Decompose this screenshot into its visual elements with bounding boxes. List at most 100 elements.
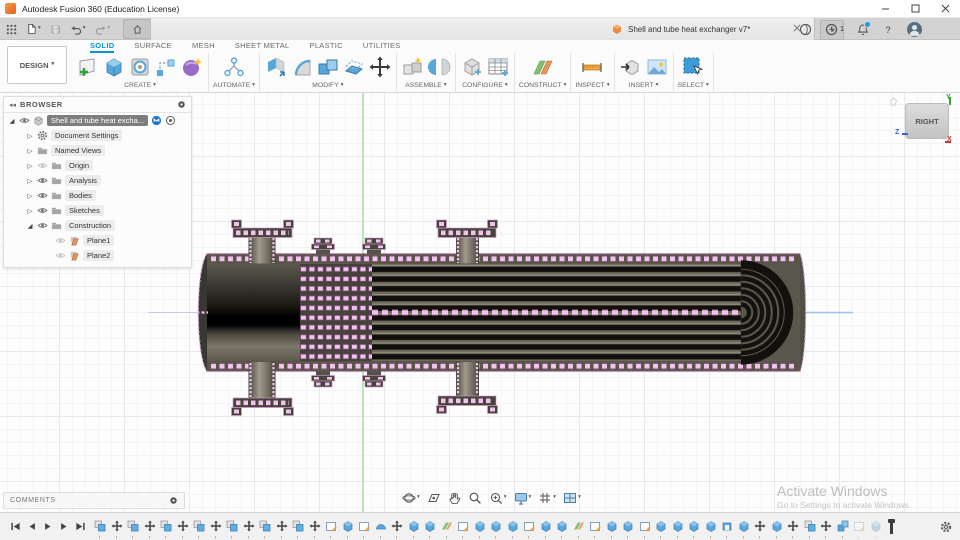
timeline-feature-extrude[interactable] [507, 520, 519, 539]
user-avatar[interactable] [907, 21, 922, 37]
sync-icon[interactable] [151, 115, 162, 126]
visibility-off-icon[interactable] [55, 235, 66, 246]
timeline-feature-component[interactable] [160, 520, 172, 539]
chevron-down-icon[interactable]: ▾ [529, 495, 532, 501]
select-icon[interactable] [681, 55, 705, 79]
create-sketch-icon[interactable] [76, 55, 100, 79]
viewports-icon[interactable]: ▾ [563, 491, 581, 505]
timeline-feature-combine[interactable] [837, 520, 849, 539]
document-tab[interactable]: Shell and tube heat exchanger v7* [150, 18, 815, 40]
chevron-down-icon[interactable]: ▾ [417, 495, 420, 501]
timeline-feature-sketch[interactable] [358, 520, 370, 539]
timeline-feature-extrude[interactable] [474, 520, 486, 539]
extensions-icon[interactable] [799, 23, 812, 36]
browser-item-construction[interactable]: ◢ Construction [4, 218, 191, 233]
tree-collapsed-icon[interactable]: ▷ [26, 132, 34, 140]
browser-item-analysis[interactable]: ▷ Analysis [4, 173, 191, 188]
step-forward-button[interactable] [59, 521, 69, 532]
browser-item-plane2[interactable]: Plane2 [4, 248, 191, 263]
timeline-feature-move[interactable] [111, 520, 123, 539]
step-back-button[interactable] [27, 521, 37, 532]
pattern-path-icon[interactable] [154, 55, 178, 79]
go-to-end-button[interactable] [75, 521, 86, 532]
tree-expanded-icon[interactable]: ◢ [26, 222, 34, 230]
offset-face-icon[interactable] [342, 55, 366, 79]
fit-icon[interactable]: ▾ [489, 491, 507, 505]
display-settings-icon[interactable]: ▾ [514, 491, 532, 505]
construct-plane-icon[interactable] [531, 55, 555, 79]
ribbon-group-label[interactable]: MODIFY ▾ [312, 82, 343, 89]
timeline-feature-move[interactable] [391, 520, 403, 539]
shell-body[interactable] [196, 252, 807, 373]
timeline-feature-extrude[interactable] [540, 520, 552, 539]
timeline-feature-revolve[interactable] [375, 520, 387, 539]
zoom-icon[interactable] [468, 491, 482, 505]
timeline-feature-extrude-suppressed[interactable] [870, 520, 882, 539]
timeline-feature-sketch[interactable] [639, 520, 651, 539]
collapse-panel-icon[interactable]: ◂◂ [9, 101, 16, 109]
timeline-marker[interactable] [888, 518, 895, 534]
timeline-feature-extrude[interactable] [622, 520, 634, 539]
timeline-feature-extrude[interactable] [490, 520, 502, 539]
timeline-feature-component[interactable] [804, 520, 816, 539]
play-button[interactable] [43, 521, 53, 532]
visibility-icon[interactable] [37, 190, 48, 201]
browser-settings-icon[interactable] [177, 100, 186, 109]
notifications-bell-icon[interactable] [857, 20, 871, 36]
timeline-feature-sketch[interactable] [457, 520, 469, 539]
viewcube-face[interactable]: RIGHT [905, 103, 949, 139]
press-pull-icon[interactable] [264, 55, 288, 79]
visibility-off-icon[interactable] [37, 160, 48, 171]
browser-item-named-views[interactable]: ▷ Named Views [4, 143, 191, 158]
visibility-off-icon[interactable] [55, 250, 66, 261]
file-menu-button[interactable]: ▾ [26, 23, 41, 35]
fillet-icon[interactable] [290, 55, 314, 79]
job-status-icon[interactable]: 1 [825, 23, 844, 36]
timeline-feature-move[interactable] [787, 520, 799, 539]
timeline-feature-extrude[interactable] [688, 520, 700, 539]
ribbon-group-label[interactable]: ASSEMBLE ▾ [405, 82, 446, 89]
tree-collapsed-icon[interactable]: ▷ [26, 162, 34, 170]
chevron-down-icon[interactable]: ▾ [578, 495, 581, 501]
timeline-feature-extrude[interactable] [705, 520, 717, 539]
move-icon[interactable] [368, 55, 392, 79]
viewcube[interactable]: RIGHT Y Z X [889, 94, 952, 143]
ribbon-group-label[interactable]: INSPECT ▾ [575, 82, 609, 89]
home-view-button[interactable] [123, 19, 152, 39]
go-to-start-button[interactable] [10, 521, 21, 532]
visibility-icon[interactable] [19, 115, 30, 126]
timeline-feature-sketch[interactable] [523, 520, 535, 539]
visibility-icon[interactable] [37, 220, 48, 231]
orbit-icon[interactable]: ▾ [402, 491, 420, 505]
chevron-down-icon[interactable]: ▾ [504, 495, 507, 501]
minimize-button[interactable] [870, 0, 900, 17]
stub-flange-top-1[interactable] [311, 237, 335, 254]
timeline-feature-component[interactable] [292, 520, 304, 539]
close-button[interactable] [930, 0, 960, 17]
stub-flange-top-2[interactable] [362, 237, 386, 254]
tree-collapsed-icon[interactable]: ▷ [26, 177, 34, 185]
timeline-feature-component[interactable] [259, 520, 271, 539]
tree-collapsed-icon[interactable]: ▷ [26, 207, 34, 215]
focus-icon[interactable] [165, 115, 176, 126]
timeline-feature-sketch-suppressed[interactable] [853, 520, 865, 539]
tree-collapsed-icon[interactable]: ▷ [26, 192, 34, 200]
comments-panel[interactable]: COMMENTS [3, 492, 185, 509]
timeline-feature-extrude[interactable] [606, 520, 618, 539]
undo-button[interactable]: ▾ [70, 24, 86, 35]
browser-item-plane1[interactable]: Plane1 [4, 233, 191, 248]
ribbon-group-label[interactable]: CONFIGURE ▾ [462, 82, 508, 89]
help-icon[interactable]: ? [882, 23, 894, 36]
timeline-feature-move[interactable] [243, 520, 255, 539]
timeline-feature-move[interactable] [177, 520, 189, 539]
redo-button[interactable]: ▾ [95, 24, 110, 35]
timeline-feature-extrude[interactable] [771, 520, 783, 539]
timeline-feature-construct-plane[interactable] [441, 520, 453, 539]
timeline-feature-sketch[interactable] [325, 520, 337, 539]
joint-icon[interactable] [427, 55, 451, 79]
browser-item-bodies[interactable]: ▷ Bodies [4, 188, 191, 203]
timeline-feature-component[interactable] [193, 520, 205, 539]
comments-settings-icon[interactable] [169, 496, 178, 505]
insert-derive-icon[interactable] [619, 55, 643, 79]
ribbon-group-label[interactable]: SELECT ▾ [678, 82, 709, 89]
